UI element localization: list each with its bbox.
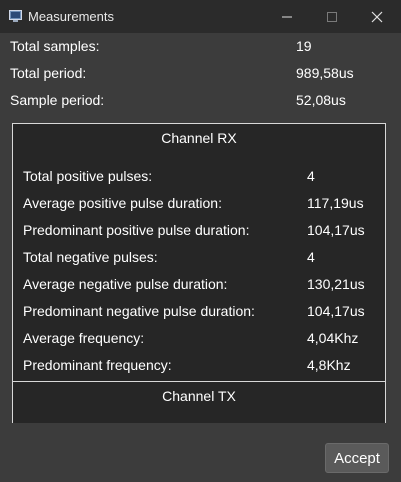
channel-tx-panel: Channel TX bbox=[12, 381, 386, 423]
sample-period-value: 52,08us bbox=[296, 92, 346, 108]
close-button[interactable] bbox=[354, 0, 400, 33]
sample-period-label: Sample period: bbox=[10, 92, 105, 108]
metric-value: 4 bbox=[307, 168, 315, 184]
metric-value: 4,8Khz bbox=[307, 357, 351, 373]
channel-rx-title: Channel RX bbox=[161, 130, 237, 146]
total-period-value: 989,58us bbox=[296, 65, 354, 81]
channels-scroll-area[interactable]: Channel RX Total positive pulses: 4 Aver… bbox=[12, 123, 386, 423]
minimize-icon bbox=[282, 16, 292, 17]
metric-value: 117,19us bbox=[307, 195, 364, 211]
metric-label: Total positive pulses: bbox=[23, 168, 153, 184]
metric-label: Predominant negative pulse duration: bbox=[23, 303, 255, 319]
maximize-icon bbox=[327, 11, 337, 22]
metric-value: 4 bbox=[307, 249, 315, 265]
channel-rx-panel: Channel RX Total positive pulses: 4 Aver… bbox=[12, 123, 386, 383]
window-title: Measurements bbox=[28, 9, 114, 24]
close-icon bbox=[371, 11, 383, 22]
metric-value: 4,04Khz bbox=[307, 330, 359, 346]
metric-label: Average negative pulse duration: bbox=[23, 276, 228, 292]
metric-label: Average frequency: bbox=[23, 330, 145, 346]
accept-button[interactable]: Accept bbox=[325, 443, 389, 473]
title-bar: Measurements bbox=[0, 0, 401, 33]
total-samples-label: Total samples: bbox=[10, 38, 100, 54]
metric-value: 104,17us bbox=[307, 303, 365, 319]
total-samples-value: 19 bbox=[296, 38, 312, 54]
metric-label: Predominant positive pulse duration: bbox=[23, 222, 250, 238]
metric-label: Total negative pulses: bbox=[23, 249, 158, 265]
channel-tx-title: Channel TX bbox=[162, 388, 236, 404]
metric-value: 104,17us bbox=[307, 222, 365, 238]
metric-label: Average positive pulse duration: bbox=[23, 195, 222, 211]
app-icon bbox=[9, 10, 22, 22]
metric-value: 130,21us bbox=[307, 276, 365, 292]
metric-label: Predominant frequency: bbox=[23, 357, 172, 373]
minimize-button[interactable] bbox=[264, 0, 310, 33]
total-period-label: Total period: bbox=[10, 65, 87, 81]
maximize-button[interactable] bbox=[309, 0, 355, 33]
